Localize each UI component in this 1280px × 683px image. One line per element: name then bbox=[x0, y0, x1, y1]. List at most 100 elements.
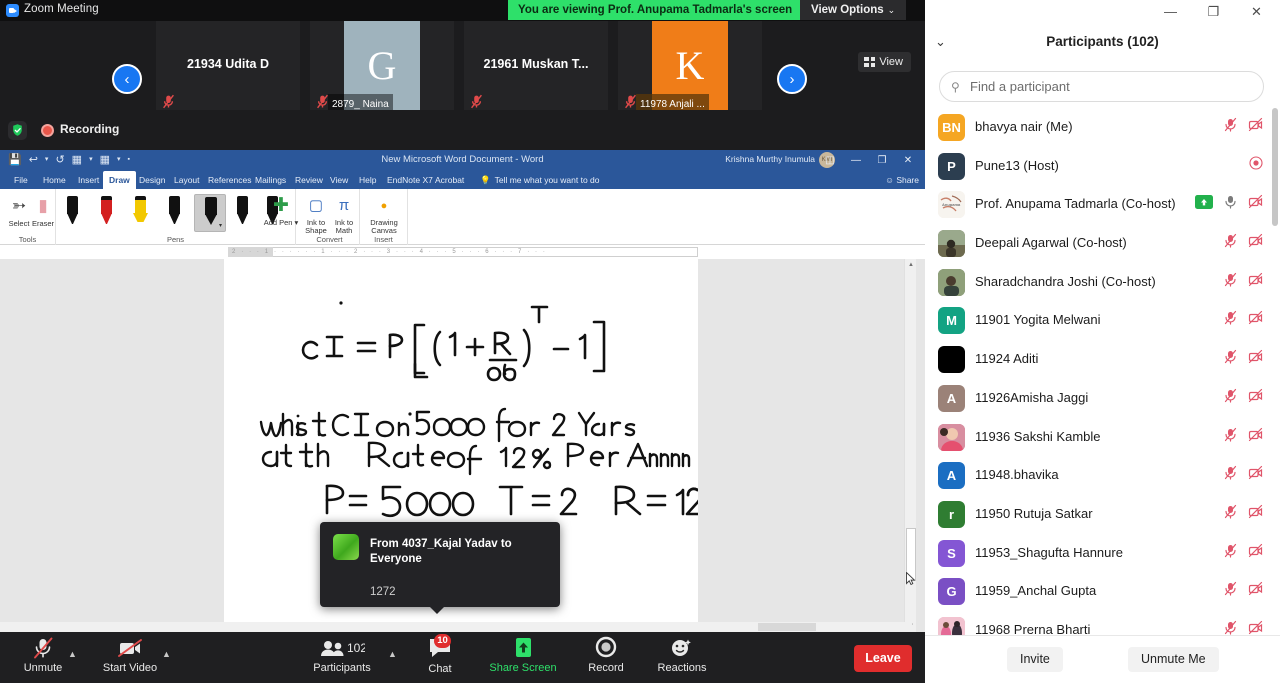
list-item[interactable]: P Pune13 (Host) bbox=[925, 147, 1280, 186]
mic-off-icon[interactable] bbox=[1223, 504, 1238, 519]
participants-list[interactable]: BN bhavya nair (Me) P Pune13 (Host) Anup… bbox=[925, 108, 1280, 635]
camera-off-icon[interactable] bbox=[1248, 543, 1263, 558]
mic-off-icon[interactable] bbox=[1223, 233, 1238, 248]
tab-file[interactable]: File bbox=[8, 171, 34, 189]
list-item[interactable]: 11936 Sakshi Kamble bbox=[925, 418, 1280, 457]
mic-off-icon[interactable] bbox=[1223, 581, 1238, 596]
unmute-button[interactable]: Unmute bbox=[16, 636, 70, 681]
panel-minimize-button[interactable]: — bbox=[1149, 0, 1192, 23]
eraser-tool-button[interactable]: ▮ Eraser bbox=[26, 193, 60, 228]
invite-button[interactable]: Invite bbox=[1007, 647, 1063, 672]
pen-dropdown-icon[interactable]: ▾ bbox=[219, 222, 222, 229]
participants-caret[interactable]: ▲ bbox=[388, 649, 397, 659]
pen-black-1[interactable] bbox=[62, 194, 84, 232]
mic-off-icon[interactable] bbox=[1223, 310, 1238, 326]
list-item[interactable]: 11924 Aditi bbox=[925, 340, 1280, 379]
reactions-button[interactable]: Reactions bbox=[647, 636, 717, 681]
tab-help[interactable]: Help bbox=[353, 171, 382, 189]
mic-off-icon[interactable] bbox=[1223, 427, 1238, 442]
tab-draw[interactable]: Draw bbox=[103, 171, 136, 189]
pen-black-3[interactable] bbox=[232, 194, 254, 232]
video-tile[interactable]: K 11978 Anjali ... bbox=[618, 21, 762, 110]
list-item[interactable]: Anupama Prof. Anupama Tadmarla (Co-host) bbox=[925, 185, 1280, 224]
camera-off-icon[interactable] bbox=[1248, 388, 1263, 403]
camera-off-icon[interactable] bbox=[1248, 233, 1263, 248]
mic-off-icon[interactable] bbox=[1223, 349, 1238, 364]
list-item[interactable]: M 11901 Yogita Melwani bbox=[925, 301, 1280, 340]
ink-to-shape-button[interactable]: ▢ Ink to Shape bbox=[302, 193, 330, 235]
pen-black-2[interactable] bbox=[164, 194, 186, 232]
chat-button[interactable]: 10 Chat bbox=[415, 634, 465, 681]
participants-scrollbar[interactable] bbox=[1272, 108, 1278, 635]
audio-options-caret[interactable]: ▲ bbox=[68, 649, 77, 659]
mic-off-icon[interactable] bbox=[1223, 543, 1238, 558]
camera-off-icon[interactable] bbox=[1248, 272, 1263, 287]
tab-review[interactable]: Review bbox=[289, 171, 329, 189]
pen-black-selected[interactable]: ▾ bbox=[194, 194, 226, 232]
list-item[interactable]: A 11948.bhavika bbox=[925, 456, 1280, 495]
mic-off-icon[interactable] bbox=[1223, 117, 1238, 132]
tab-mailings[interactable]: Mailings bbox=[249, 171, 292, 189]
tab-insert[interactable]: Insert bbox=[72, 171, 105, 189]
list-item[interactable]: BN bhavya nair (Me) bbox=[925, 108, 1280, 147]
hscrollbar-thumb[interactable] bbox=[758, 623, 816, 631]
video-tile[interactable]: G 2879_ Naina bbox=[310, 21, 454, 110]
camera-off-icon[interactable] bbox=[1248, 465, 1263, 480]
list-item[interactable]: Sharadchandra Joshi (Co-host) bbox=[925, 263, 1280, 302]
word-share-button[interactable]: ☺ Share bbox=[885, 171, 919, 189]
list-item[interactable]: 11968 Prerna Bharti bbox=[925, 611, 1280, 635]
scrollbar-thumb[interactable] bbox=[1272, 108, 1278, 226]
view-options-button[interactable]: View Options ⌄ bbox=[800, 0, 907, 20]
mic-on-icon[interactable] bbox=[1223, 194, 1238, 209]
highlighter-yellow[interactable] bbox=[130, 194, 152, 232]
filmstrip-prev-button[interactable]: ‹ bbox=[112, 64, 142, 94]
record-button[interactable]: Record bbox=[576, 636, 636, 681]
word-window-controls[interactable]: ◫ — ❐ ✕ bbox=[817, 152, 921, 169]
mic-off-icon[interactable] bbox=[1223, 388, 1238, 403]
tab-home[interactable]: Home bbox=[37, 171, 72, 189]
unmute-me-button[interactable]: Unmute Me bbox=[1128, 647, 1219, 672]
drawing-canvas-button[interactable]: ● Drawing Canvas bbox=[366, 193, 402, 235]
pen-red[interactable] bbox=[96, 194, 118, 232]
list-item[interactable]: Deepali Agarwal (Co-host) bbox=[925, 224, 1280, 263]
camera-off-icon[interactable] bbox=[1248, 117, 1263, 132]
mic-off-icon[interactable] bbox=[1223, 272, 1238, 287]
ribbon-display-options-icon[interactable]: ◫ bbox=[817, 152, 843, 169]
tab-view[interactable]: View bbox=[324, 171, 354, 189]
word-minimize-button[interactable]: — bbox=[843, 152, 869, 169]
panel-close-button[interactable]: ✕ bbox=[1235, 0, 1278, 23]
tab-layout[interactable]: Layout bbox=[168, 171, 206, 189]
list-item[interactable]: S 11953_Shagufta Hannure bbox=[925, 534, 1280, 573]
filmstrip-next-button[interactable]: › bbox=[777, 64, 807, 94]
tab-design[interactable]: Design bbox=[133, 171, 171, 189]
word-restore-button[interactable]: ❐ bbox=[869, 152, 895, 169]
panel-restore-button[interactable]: ❐ bbox=[1192, 0, 1235, 23]
video-tile[interactable]: 21961 Muskan T... bbox=[464, 21, 608, 110]
tab-acrobat[interactable]: Acrobat bbox=[429, 171, 470, 189]
video-tile[interactable]: 21934 Udita D bbox=[156, 21, 300, 110]
participants-button[interactable]: 102 Participants bbox=[307, 636, 377, 681]
camera-off-icon[interactable] bbox=[1248, 349, 1263, 364]
participant-search[interactable]: ⚲ bbox=[939, 71, 1264, 102]
camera-off-icon[interactable] bbox=[1248, 427, 1263, 442]
camera-off-icon[interactable] bbox=[1248, 581, 1263, 596]
search-input[interactable] bbox=[970, 72, 1258, 101]
camera-off-icon[interactable] bbox=[1248, 504, 1263, 519]
list-item[interactable]: A 11926Amisha Jaggi bbox=[925, 379, 1280, 418]
camera-off-icon[interactable] bbox=[1248, 194, 1263, 209]
mic-off-icon[interactable] bbox=[1223, 620, 1238, 635]
camera-off-icon[interactable] bbox=[1248, 620, 1263, 635]
share-screen-button[interactable]: Share Screen bbox=[483, 636, 563, 681]
list-item[interactable]: r 11950 Rutuja Satkar bbox=[925, 495, 1280, 534]
tell-me-search[interactable]: 💡 Tell me what you want to do bbox=[480, 171, 599, 189]
start-video-button[interactable]: Start Video bbox=[96, 636, 164, 681]
word-horizontal-scrollbar[interactable] bbox=[0, 622, 912, 632]
word-ruler[interactable]: 2 · · · 1 · · · · · · 1 · · · 2 · · · 3 … bbox=[0, 245, 925, 259]
add-pen-button[interactable]: ✚ Add Pen ▾ bbox=[261, 189, 300, 245]
leave-meeting-button[interactable]: Leave bbox=[854, 645, 912, 672]
video-options-caret[interactable]: ▲ bbox=[162, 649, 171, 659]
list-item[interactable]: G 11959_Anchal Gupta bbox=[925, 572, 1280, 611]
word-close-button[interactable]: ✕ bbox=[895, 152, 921, 169]
scroll-up-icon[interactable]: ▲ bbox=[905, 259, 917, 271]
view-layout-button[interactable]: View bbox=[858, 52, 911, 72]
